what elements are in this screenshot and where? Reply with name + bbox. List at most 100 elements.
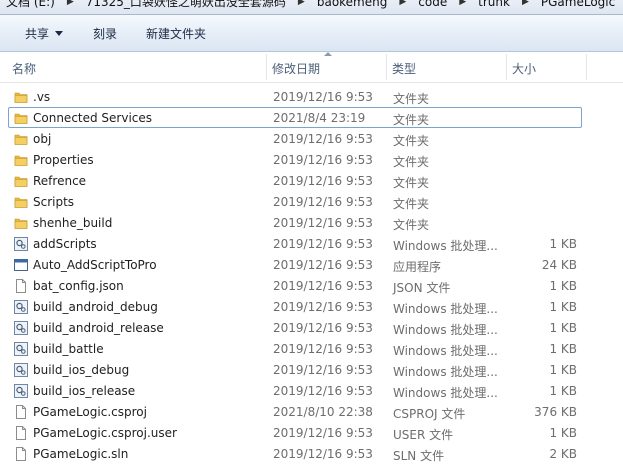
file-name: Refrence bbox=[33, 174, 87, 188]
dropdown-arrow-icon bbox=[55, 31, 64, 36]
file-row[interactable]: build_battle 2019/12/16 9:53 Windows 批处理… bbox=[8, 338, 582, 359]
breadcrumb-item-project[interactable]: 71325_口袋妖怪之萌妖出没全套源码 bbox=[80, 0, 292, 10]
address-bar[interactable]: 文档 (E:) ▶ 71325_口袋妖怪之萌妖出没全套源码 ▶ baokemen… bbox=[0, 0, 623, 15]
column-divider[interactable] bbox=[386, 54, 387, 80]
file-date: 2019/12/16 9:53 bbox=[273, 426, 373, 440]
breadcrumb-item-baokemeng[interactable]: baokemeng bbox=[311, 0, 394, 9]
breadcrumb-item-code[interactable]: code bbox=[412, 0, 453, 9]
file-row[interactable]: shenhe_build 2019/12/16 9:53 文件夹 bbox=[8, 212, 582, 233]
chevron-right-icon[interactable]: ▶ bbox=[393, 0, 412, 7]
file-row[interactable]: PGameLogic.csproj.user 2019/12/16 9:53 U… bbox=[8, 422, 582, 443]
folder-icon bbox=[14, 216, 28, 230]
file-row[interactable]: Auto_AddScriptToPro 2019/12/16 9:53 应用程序… bbox=[8, 254, 582, 275]
file-type: USER 文件 bbox=[393, 428, 454, 442]
file-type: Windows 批处理... bbox=[393, 239, 498, 253]
file-name: build_battle bbox=[33, 342, 104, 356]
file-type: 文件夹 bbox=[393, 218, 430, 232]
file-row[interactable]: Connected Services 2021/8/4 23:19 文件夹 bbox=[8, 107, 582, 128]
share-button-label: 共享 bbox=[25, 27, 50, 41]
folder-icon bbox=[14, 111, 28, 125]
file-size: 24 KB bbox=[541, 258, 577, 272]
breadcrumb-item-drive[interactable]: 文档 (E:) bbox=[0, 0, 61, 10]
file-date: 2019/12/16 9:53 bbox=[273, 384, 373, 398]
file-name: build_android_release bbox=[33, 321, 164, 335]
file-row[interactable]: addScripts 2019/12/16 9:53 Windows 批处理..… bbox=[8, 233, 582, 254]
file-date: 2019/12/16 9:53 bbox=[273, 216, 373, 230]
burn-button[interactable]: 刻录 bbox=[93, 25, 117, 42]
file-row[interactable]: Refrence 2019/12/16 9:53 文件夹 bbox=[8, 170, 582, 191]
file-name: Scripts bbox=[33, 195, 75, 209]
file-date: 2019/12/16 9:53 bbox=[273, 195, 373, 209]
file-name: .vs bbox=[33, 90, 51, 104]
file-name: bat_config.json bbox=[33, 279, 124, 293]
document-icon bbox=[14, 426, 28, 440]
folder-icon bbox=[14, 132, 28, 146]
file-type: Windows 批处理... bbox=[393, 302, 498, 316]
file-date: 2019/12/16 9:53 bbox=[273, 342, 373, 356]
file-row[interactable]: PGameLogic.sln 2019/12/16 9:53 SLN 文件 2 … bbox=[8, 443, 582, 464]
chevron-right-icon[interactable]: ▶ bbox=[61, 0, 80, 7]
file-row[interactable]: build_android_release 2019/12/16 9:53 Wi… bbox=[8, 317, 582, 338]
file-type: Windows 批处理... bbox=[393, 344, 498, 358]
file-name: PGameLogic.csproj.user bbox=[33, 426, 177, 440]
file-name: Connected Services bbox=[33, 111, 153, 125]
file-type: 文件夹 bbox=[393, 113, 430, 127]
file-date: 2019/12/16 9:53 bbox=[273, 90, 373, 104]
chevron-right-icon[interactable]: ▶ bbox=[516, 0, 535, 7]
column-divider[interactable] bbox=[506, 54, 507, 80]
document-icon bbox=[14, 405, 28, 419]
file-type: SLN 文件 bbox=[393, 449, 445, 463]
file-row[interactable]: build_ios_release 2019/12/16 9:53 Window… bbox=[8, 380, 582, 401]
file-date: 2019/12/16 9:53 bbox=[273, 258, 373, 272]
breadcrumb-item-trunk[interactable]: trunk bbox=[472, 0, 516, 9]
file-row[interactable]: bat_config.json 2019/12/16 9:53 JSON 文件 … bbox=[8, 275, 582, 296]
command-toolbar: 共享 刻录 新建文件夹 bbox=[0, 15, 623, 52]
file-row[interactable]: build_ios_debug 2019/12/16 9:53 Windows … bbox=[8, 359, 582, 380]
sort-up-icon bbox=[324, 52, 332, 56]
column-header-date[interactable]: 修改日期 bbox=[272, 60, 320, 77]
file-type: JSON 文件 bbox=[393, 281, 451, 295]
column-header: 名称 修改日期 类型 大小 bbox=[0, 52, 623, 83]
file-name: build_android_debug bbox=[33, 300, 158, 314]
file-type: 文件夹 bbox=[393, 197, 430, 211]
column-header-size[interactable]: 大小 bbox=[512, 60, 536, 77]
chevron-right-icon[interactable]: ▶ bbox=[292, 0, 311, 7]
batch-file-icon bbox=[14, 237, 28, 251]
file-row[interactable]: Scripts 2019/12/16 9:53 文件夹 bbox=[8, 191, 582, 212]
file-date: 2019/12/16 9:53 bbox=[273, 279, 373, 293]
new-folder-button[interactable]: 新建文件夹 bbox=[146, 25, 206, 42]
file-name: Properties bbox=[33, 153, 94, 167]
file-date: 2019/12/16 9:53 bbox=[273, 237, 373, 251]
file-size: 1 KB bbox=[549, 342, 577, 356]
file-date: 2019/12/16 9:53 bbox=[273, 153, 373, 167]
file-name: PGameLogic.sln bbox=[33, 447, 129, 461]
batch-file-icon bbox=[14, 300, 28, 314]
file-row[interactable]: Properties 2019/12/16 9:53 文件夹 bbox=[8, 149, 582, 170]
file-date: 2019/12/16 9:53 bbox=[273, 132, 373, 146]
batch-file-icon bbox=[14, 321, 28, 335]
file-name: addScripts bbox=[33, 237, 97, 251]
file-type: 文件夹 bbox=[393, 92, 430, 106]
column-divider[interactable] bbox=[266, 54, 267, 80]
column-header-name[interactable]: 名称 bbox=[12, 60, 36, 77]
chevron-right-icon[interactable]: ▶ bbox=[453, 0, 472, 7]
breadcrumb-item-pgamelogic[interactable]: PGameLogic bbox=[535, 0, 621, 9]
file-name: build_ios_debug bbox=[33, 363, 130, 377]
file-row[interactable]: PGameLogic.csproj 2021/8/10 22:38 CSPROJ… bbox=[8, 401, 582, 422]
column-header-type[interactable]: 类型 bbox=[392, 60, 416, 77]
file-row[interactable]: build_android_debug 2019/12/16 9:53 Wind… bbox=[8, 296, 582, 317]
column-divider[interactable] bbox=[586, 54, 587, 80]
breadcrumb: 文档 (E:) ▶ 71325_口袋妖怪之萌妖出没全套源码 ▶ baokemen… bbox=[0, 0, 623, 10]
file-size: 1 KB bbox=[549, 237, 577, 251]
share-button[interactable]: 共享 bbox=[25, 25, 64, 42]
file-name: obj bbox=[33, 132, 52, 146]
file-date: 2021/8/10 22:38 bbox=[273, 405, 373, 419]
file-size: 1 KB bbox=[549, 363, 577, 377]
file-size: 2 KB bbox=[549, 447, 577, 461]
file-type: Windows 批处理... bbox=[393, 323, 498, 337]
file-row[interactable]: obj 2019/12/16 9:53 文件夹 bbox=[8, 128, 582, 149]
file-type: 文件夹 bbox=[393, 134, 430, 148]
file-row[interactable]: .vs 2019/12/16 9:53 文件夹 bbox=[8, 86, 582, 107]
folder-icon bbox=[14, 153, 28, 167]
batch-file-icon bbox=[14, 384, 28, 398]
